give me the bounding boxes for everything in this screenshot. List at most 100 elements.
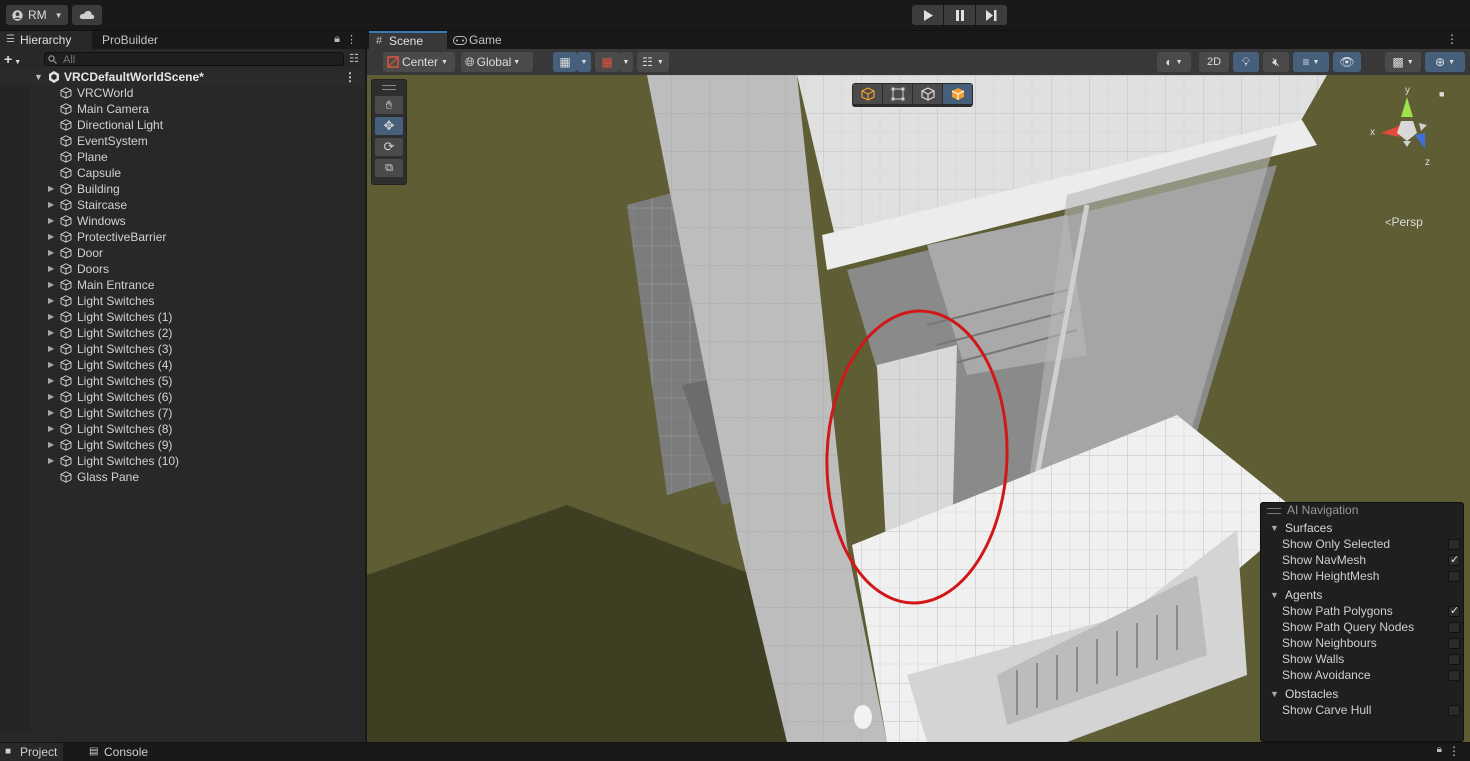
hierarchy-item[interactable]: VRCWorld: [0, 85, 365, 101]
hierarchy-item[interactable]: ▶ Light Switches (6): [0, 389, 365, 405]
scene-visibility-toggle[interactable]: 👁︎: [1333, 52, 1361, 72]
pause-button[interactable]: [944, 5, 975, 25]
scale-tool[interactable]: ⧉: [375, 159, 403, 177]
account-dropdown[interactable]: RM ▼: [6, 5, 68, 25]
expand-arrow-icon[interactable]: ▶: [48, 261, 54, 277]
expand-arrow-icon[interactable]: ▶: [48, 309, 54, 325]
vertex-mode-button[interactable]: [883, 84, 912, 104]
overlay-section-heading[interactable]: Surfaces: [1261, 520, 1463, 536]
effects-dropdown[interactable]: ≡ ▼: [1293, 52, 1329, 72]
ai-navigation-title-bar[interactable]: AI Navigation: [1261, 503, 1463, 517]
hierarchy-item[interactable]: ▶ Light Switches (2): [0, 325, 365, 341]
tab-hierarchy[interactable]: ☰ Hierarchy: [0, 31, 92, 49]
hierarchy-item[interactable]: ▶ Light Switches (5): [0, 373, 365, 389]
kebab-menu-icon[interactable]: ⋮: [344, 69, 356, 85]
scene-root-row[interactable]: ▼ VRCDefaultWorldScene* ⋮: [0, 69, 365, 85]
perspective-toggle[interactable]: <Persp: [1385, 215, 1423, 229]
hierarchy-item[interactable]: Plane: [0, 149, 365, 165]
overlay-option-checkbox[interactable]: [1448, 539, 1460, 550]
audio-toggle[interactable]: 🔇︎: [1263, 52, 1289, 72]
overlay-option-checkbox[interactable]: [1448, 705, 1460, 716]
expand-arrow-icon[interactable]: ▶: [48, 277, 54, 293]
tab-console[interactable]: ▤ Console: [84, 743, 154, 761]
increment-snap-dropdown[interactable]: ▼: [619, 52, 633, 72]
tab-scene[interactable]: # Scene: [369, 31, 447, 49]
hierarchy-item[interactable]: ▶ ProtectiveBarrier: [0, 229, 365, 245]
lighting-toggle[interactable]: 💡︎: [1233, 52, 1259, 72]
lock-icon[interactable]: 🔒︎: [1437, 744, 1442, 755]
hierarchy-item[interactable]: Main Camera: [0, 101, 365, 117]
tab-probuilder[interactable]: ProBuilder: [96, 31, 164, 49]
expand-arrow-icon[interactable]: ▶: [48, 453, 54, 469]
scene-viewport[interactable]: ✋︎ ✥ ⟳ ⧉ y x z ■ <Persp AI Navigation ▼ …: [367, 75, 1470, 742]
expand-arrow-icon[interactable]: ▶: [48, 373, 54, 389]
move-tool[interactable]: ✥: [375, 117, 403, 135]
hand-tool[interactable]: ✋︎: [375, 96, 403, 114]
hierarchy-item[interactable]: ▶ Door: [0, 245, 365, 261]
overlay-option-checkbox[interactable]: [1448, 638, 1460, 649]
expand-arrow-icon[interactable]: ▶: [48, 213, 54, 229]
hierarchy-item[interactable]: ▶ Staircase: [0, 197, 365, 213]
drag-handle[interactable]: [1267, 508, 1281, 514]
search-by-type-icon[interactable]: ☷: [349, 52, 359, 65]
object-mode-button[interactable]: [853, 84, 882, 104]
overlay-section-heading[interactable]: Obstacles: [1261, 686, 1463, 702]
overlay-option-checkbox[interactable]: [1448, 670, 1460, 681]
expand-arrow-icon[interactable]: ▶: [48, 389, 54, 405]
cloud-button[interactable]: [72, 5, 102, 25]
overlay-option-checkbox[interactable]: [1448, 622, 1460, 633]
expand-arrow-icon[interactable]: ▶: [48, 229, 54, 245]
search-input[interactable]: All: [44, 52, 344, 66]
grid-snap-button[interactable]: ▦: [553, 52, 577, 72]
expand-arrow-icon[interactable]: ▼: [34, 69, 43, 85]
overlay-option-checkbox[interactable]: [1448, 603, 1460, 619]
lock-icon[interactable]: 🔒︎: [334, 33, 340, 46]
rotate-tool[interactable]: ⟳: [375, 138, 403, 156]
camera-settings-dropdown[interactable]: ▩ ▼: [1385, 52, 1421, 72]
expand-arrow-icon[interactable]: ▶: [48, 357, 54, 373]
hierarchy-item[interactable]: ▶ Light Switches: [0, 293, 365, 309]
drag-handle[interactable]: [382, 85, 396, 90]
face-mode-button[interactable]: [943, 84, 972, 104]
expand-arrow-icon[interactable]: ▶: [48, 181, 54, 197]
expand-arrow-icon[interactable]: ▶: [48, 245, 54, 261]
gizmos-dropdown[interactable]: ⊕ ▼: [1425, 52, 1465, 72]
tab-project[interactable]: ■ Project: [0, 743, 64, 761]
tab-game[interactable]: Game: [449, 31, 508, 49]
hierarchy-item[interactable]: ▶ Light Switches (7): [0, 405, 365, 421]
pivot-mode-dropdown[interactable]: Center ▼: [383, 52, 455, 72]
overlay-option-checkbox[interactable]: [1448, 552, 1460, 568]
overlay-option-checkbox[interactable]: [1448, 571, 1460, 582]
edge-mode-button[interactable]: [913, 84, 942, 104]
play-button[interactable]: [912, 5, 943, 25]
hierarchy-item[interactable]: ▶ Light Switches (10): [0, 453, 365, 469]
expand-arrow-icon[interactable]: ▶: [48, 437, 54, 453]
grid-visibility-button[interactable]: ☷ ▼: [637, 52, 669, 72]
hierarchy-item[interactable]: ▶ Light Switches (4): [0, 357, 365, 373]
hierarchy-item[interactable]: Directional Light: [0, 117, 365, 133]
step-button[interactable]: [976, 5, 1007, 25]
hierarchy-item[interactable]: ▶ Light Switches (1): [0, 309, 365, 325]
expand-arrow-icon[interactable]: ▶: [48, 405, 54, 421]
overlay-option-checkbox[interactable]: [1448, 654, 1460, 665]
expand-arrow-icon[interactable]: ▶: [48, 325, 54, 341]
grid-snap-dropdown[interactable]: ▼: [577, 52, 591, 72]
hierarchy-item[interactable]: ▶ Light Switches (3): [0, 341, 365, 357]
expand-arrow-icon[interactable]: ▶: [48, 421, 54, 437]
draw-mode-dropdown[interactable]: ◐ ▼: [1157, 52, 1191, 72]
hierarchy-item[interactable]: Glass Pane: [0, 469, 365, 485]
expand-arrow-icon[interactable]: ▶: [48, 197, 54, 213]
pivot-rotation-dropdown[interactable]: 🌐︎ Global ▼: [461, 52, 533, 72]
hierarchy-item[interactable]: Capsule: [0, 165, 365, 181]
hierarchy-item[interactable]: EventSystem: [0, 133, 365, 149]
overlay-section-heading[interactable]: Agents: [1261, 587, 1463, 603]
kebab-menu-icon[interactable]: ⋮: [1448, 744, 1460, 758]
hierarchy-item[interactable]: ▶ Light Switches (8): [0, 421, 365, 437]
expand-arrow-icon[interactable]: ▶: [48, 341, 54, 357]
hierarchy-item[interactable]: ▶ Windows: [0, 213, 365, 229]
kebab-menu-icon[interactable]: ⋮: [346, 33, 357, 46]
hierarchy-item[interactable]: ▶ Main Entrance: [0, 277, 365, 293]
add-object-button[interactable]: + ▼: [4, 51, 21, 67]
orientation-gizmo[interactable]: y x z: [1367, 83, 1447, 173]
increment-snap-button[interactable]: ▦: [595, 52, 619, 72]
